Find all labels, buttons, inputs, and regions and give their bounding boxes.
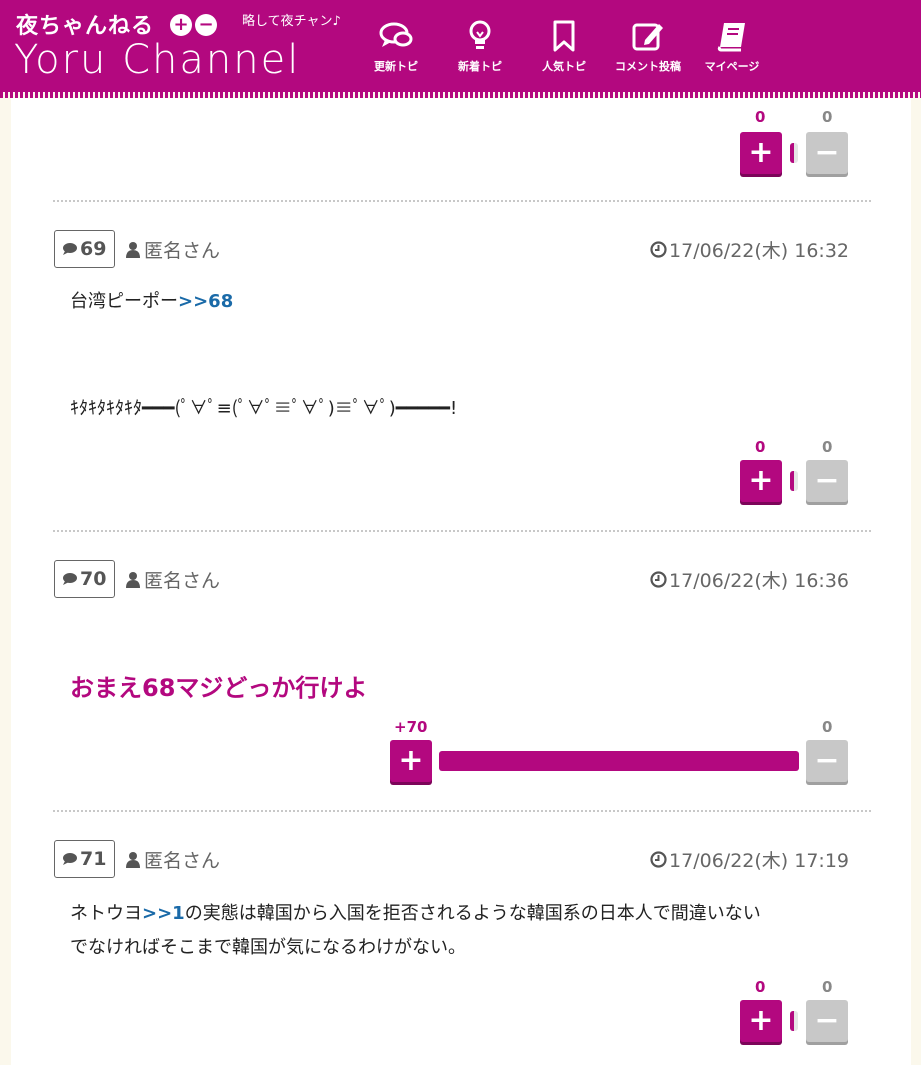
- book-icon: [717, 23, 745, 52]
- minus-count: 0: [822, 978, 833, 996]
- minus-vote-button[interactable]: −: [806, 460, 848, 502]
- vote-bar: [790, 1011, 798, 1031]
- user-icon: [126, 242, 140, 258]
- vote-widget: 0 0 + −: [740, 978, 850, 1048]
- author-name: 匿名さん: [144, 240, 221, 262]
- minus-count: 0: [822, 108, 833, 126]
- plus-vote-button[interactable]: +: [740, 460, 782, 502]
- comment-body: 台湾ピーポー>>68: [70, 285, 233, 319]
- clock-icon: [650, 851, 667, 868]
- vote-bar: [790, 143, 798, 163]
- comment-item: 71 匿名さん 17/06/22(木) 17:19 ネトウヨ>>1の実態は韓国か…: [53, 840, 869, 1065]
- comment-meta: 71 匿名さん 17/06/22(木) 17:19: [53, 840, 869, 878]
- main-nav: 更新トピ 新着トピ 人気トピ コメント投稿 マイページ: [354, 20, 774, 74]
- user-icon: [126, 852, 140, 868]
- user-icon: [126, 572, 140, 588]
- speech-bubble-icon: [63, 853, 77, 865]
- speech-bubble-icon: [63, 573, 77, 585]
- bookmark-icon: [553, 20, 575, 52]
- logo-japanese[interactable]: 夜ちゃんねる: [16, 8, 154, 40]
- logo-english[interactable]: Yoru Channel: [14, 38, 300, 82]
- comment-body-line: ｷﾀｷﾀｷﾀｷﾀ━━━(ﾟ∀ﾟ≡(ﾟ∀ﾟ≡ﾟ∀ﾟ)≡ﾟ∀ﾟ)━━━━━!: [70, 398, 458, 419]
- comment-number[interactable]: 69: [54, 230, 116, 268]
- plus-count: 0: [755, 978, 766, 996]
- comment-author: 匿名さん: [125, 566, 220, 593]
- author-name: 匿名さん: [144, 570, 221, 592]
- minus-vote-button[interactable]: −: [806, 1000, 848, 1042]
- comment-meta: 70 匿名さん 17/06/22(木) 16:36: [53, 560, 869, 598]
- comment-text: の実態は韓国から入国を拒否されるような韓国系の日本人で間違いない: [184, 903, 761, 924]
- minus-circle-icon: −: [195, 14, 217, 36]
- comment-date: 17/06/22(木) 16:32: [650, 236, 849, 263]
- nav-post-comment[interactable]: コメント投稿: [606, 20, 690, 74]
- comment-text: 台湾ピーポー: [70, 291, 178, 312]
- plus-vote-button[interactable]: +: [740, 1000, 782, 1042]
- comment-item: 69 匿名さん 17/06/22(木) 16:32 台湾ピーポー>>68 ｷﾀｷ…: [53, 230, 869, 510]
- vote-widget: +70 0 + −: [390, 718, 850, 788]
- comment-date: 17/06/22(木) 16:36: [650, 566, 849, 593]
- date-text: 17/06/22(木) 16:36: [669, 570, 849, 592]
- plus-vote-button[interactable]: +: [740, 132, 782, 174]
- divider: [53, 530, 871, 532]
- plus-count: 0: [755, 438, 766, 456]
- date-text: 17/06/22(木) 17:19: [669, 850, 849, 872]
- comment-number[interactable]: 71: [54, 840, 116, 878]
- chat-bubbles-icon: [379, 22, 413, 47]
- nav-label: 新着トピ: [458, 60, 502, 73]
- comment-number[interactable]: 70: [54, 560, 116, 598]
- plus-count: +70: [394, 718, 428, 736]
- comment-date: 17/06/22(木) 17:19: [650, 846, 849, 873]
- comment-body: ネトウヨ>>1の実態は韓国から入国を拒否されるような韓国系の日本人で間違いない: [70, 897, 761, 931]
- nav-label: マイページ: [704, 60, 760, 73]
- comment-body-line: でなければそこまで韓国が気になるわけがない。: [70, 937, 466, 958]
- vote-bar-fill: [790, 471, 794, 491]
- comment-text: ネトウヨ: [70, 903, 142, 924]
- vote-widget: 0 0 + −: [740, 108, 850, 178]
- vote-bar-fill: [439, 751, 799, 771]
- comment-number-value: 71: [80, 848, 107, 870]
- nav-label: コメント投稿: [615, 60, 681, 73]
- site-header: 夜ちゃんねる + − 略して夜チャン♪ Yoru Channel 更新トピ 新着…: [0, 0, 921, 92]
- nav-new-topics[interactable]: 新着トピ: [438, 20, 522, 74]
- lightbulb-icon: [469, 20, 491, 49]
- plus-vote-button[interactable]: +: [390, 740, 432, 782]
- reply-anchor-link[interactable]: >>68: [178, 291, 233, 312]
- minus-count: 0: [822, 438, 833, 456]
- nav-label: 更新トピ: [374, 60, 418, 73]
- date-text: 17/06/22(木) 16:32: [669, 240, 849, 262]
- speech-bubble-icon: [63, 243, 77, 255]
- nav-my-page[interactable]: マイページ: [690, 20, 774, 74]
- reply-anchor-link[interactable]: >>1: [142, 903, 185, 924]
- divider: [53, 200, 871, 202]
- author-name: 匿名さん: [144, 850, 221, 872]
- minus-vote-button[interactable]: −: [806, 132, 848, 174]
- comment-author: 匿名さん: [125, 236, 220, 263]
- minus-vote-button[interactable]: −: [806, 740, 848, 782]
- nav-updated-topics[interactable]: 更新トピ: [354, 20, 438, 74]
- nav-label: 人気トピ: [542, 60, 586, 73]
- vote-bar: [439, 751, 799, 771]
- comment-meta: 69 匿名さん 17/06/22(木) 16:32: [53, 230, 869, 268]
- clock-icon: [650, 571, 667, 588]
- vote-bar-fill: [790, 143, 794, 163]
- comment-number-value: 69: [80, 238, 107, 260]
- nav-popular-topics[interactable]: 人気トピ: [522, 20, 606, 74]
- comment-item: 70 匿名さん 17/06/22(木) 16:36 おまえ68マジどっか行けよ …: [53, 560, 869, 790]
- minus-count: 0: [822, 718, 833, 736]
- plus-circle-icon: +: [170, 14, 192, 36]
- edit-icon: [632, 23, 663, 51]
- comment-list: 0 0 + − 69 匿名さん 17/06/22(木) 16:32 台湾ピーポー…: [11, 98, 911, 1065]
- divider: [53, 810, 871, 812]
- logo-badges: + −: [170, 14, 217, 36]
- comment-author: 匿名さん: [125, 846, 220, 873]
- comment-number-value: 70: [80, 568, 107, 590]
- plus-count: 0: [755, 108, 766, 126]
- vote-bar: [790, 471, 798, 491]
- comment-body: おまえ68マジどっか行けよ: [70, 674, 368, 702]
- logo-tagline: 略して夜チャン♪: [242, 14, 341, 29]
- vote-bar-fill: [790, 1011, 794, 1031]
- clock-icon: [650, 241, 667, 258]
- vote-widget: 0 0 + −: [740, 438, 850, 508]
